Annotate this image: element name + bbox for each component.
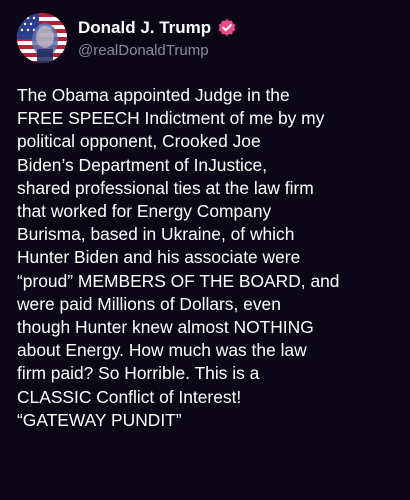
post-body-line: firm paid? So Horrible. This is a [17, 363, 260, 384]
post-body-line: The Obama appointed Judge in the [17, 85, 290, 105]
post-body-line: Hunter Biden and his associate were [17, 247, 301, 268]
post-header: Donald J. Trump @realDonaldTrump [17, 13, 237, 63]
verified-badge-icon [217, 18, 237, 38]
display-name[interactable]: Donald J. Trump [78, 18, 211, 38]
post-body-line: though Hunter knew almost NOTHING [17, 317, 314, 338]
post-body: The Obama appointed Judge in the FREE SP… [17, 84, 401, 432]
post-body-line: “GATEWAY PUNDIT” [17, 409, 182, 430]
post-body-line: Burisma, based in Ukraine, of which [17, 224, 295, 245]
author-handle[interactable]: @realDonaldTrump [78, 42, 237, 59]
post-body-line: were paid Millions of Dollars, even [17, 293, 281, 314]
author-names: Donald J. Trump @realDonaldTrump [78, 17, 237, 59]
post-body-line: shared professional ties at the law firm [17, 177, 314, 198]
post-body-line: “proud” MEMBERS OF THE BOARD, and [17, 270, 340, 291]
post-body-line: about Energy. How much was the law [17, 340, 307, 361]
post-body-line: Biden’s Department of InJustice, [17, 154, 268, 175]
post-body-line: CLASSIC Conflict of Interest! [17, 386, 242, 407]
flag-portrait-avatar-icon [17, 13, 67, 63]
post-body-line: political opponent, Crooked Joe [17, 131, 261, 152]
name-row: Donald J. Trump [78, 17, 237, 39]
post-body-line: that worked for Energy Company [17, 201, 272, 222]
avatar[interactable] [17, 13, 67, 63]
post-card: Donald J. Trump @realDonaldTrump The Oba… [0, 0, 410, 500]
post-body-line: FREE SPEECH Indictment of me by my [17, 108, 325, 129]
